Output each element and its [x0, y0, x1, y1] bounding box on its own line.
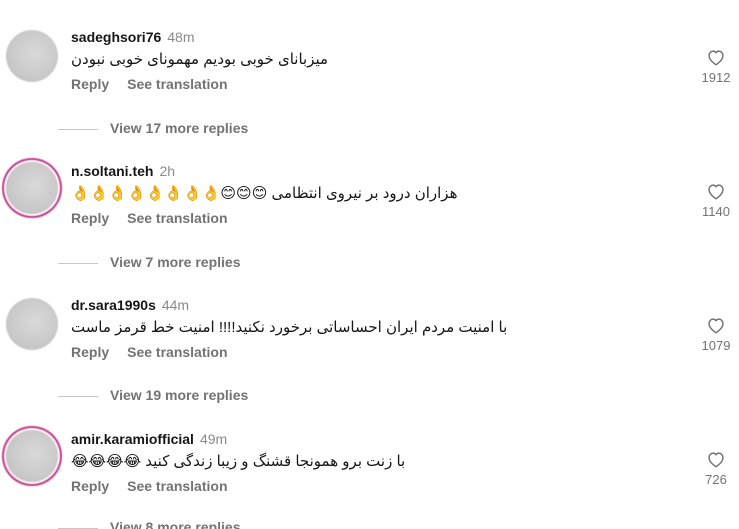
avatar[interactable]: [6, 430, 58, 482]
heart-outline-icon[interactable]: [706, 316, 726, 334]
see-translation-button[interactable]: See translation: [127, 344, 227, 360]
heart-outline-icon[interactable]: [706, 182, 726, 200]
comment-meta: amir.karamiofficial 49m: [71, 430, 227, 448]
comment-username[interactable]: sadeghsori76: [71, 29, 161, 45]
comment-actions: Reply See translation: [71, 75, 228, 93]
like-count: 1140: [702, 204, 730, 219]
see-translation-button[interactable]: See translation: [127, 478, 227, 494]
view-replies-button[interactable]: View 19 more replies: [58, 386, 248, 404]
reply-button[interactable]: Reply: [71, 478, 109, 494]
comment-username[interactable]: amir.karamiofficial: [71, 431, 194, 447]
like-count: 726: [705, 472, 727, 487]
comment-username[interactable]: n.soltani.teh: [71, 163, 153, 179]
comment-text: با زنت برو همونجا قشنگ و زیبا زندگی کنید…: [71, 453, 406, 470]
comments-panel: sadeghsori76 48m میزبانای خوبی بودیم مهمو…: [0, 0, 739, 529]
comment-meta: n.soltani.teh 2h: [71, 162, 175, 180]
comment-text: با امنیت مردم ایران احساساتی برخورد نکنی…: [71, 319, 508, 336]
comment-time: 48m: [167, 29, 195, 45]
see-translation-button[interactable]: See translation: [127, 210, 227, 226]
view-replies-button[interactable]: View 8 more replies: [58, 518, 240, 529]
divider: [58, 128, 98, 130]
like-button[interactable]: 1140: [696, 182, 736, 219]
avatar[interactable]: [6, 162, 58, 214]
comment-actions: Reply See translation: [71, 343, 228, 361]
divider: [58, 395, 98, 397]
heart-outline-icon[interactable]: [706, 450, 726, 468]
view-replies-label[interactable]: View 19 more replies: [110, 387, 248, 403]
comment-item: n.soltani.teh 2h هزاران درود بر نیروی انت…: [0, 162, 739, 270]
comment-item: dr.sara1990s 44m با امنیت مردم ایران احسا…: [0, 296, 739, 403]
comment-actions: Reply See translation: [71, 209, 228, 227]
view-replies-button[interactable]: View 7 more replies: [58, 253, 240, 271]
comment-time: 44m: [161, 297, 190, 313]
like-button[interactable]: 1912: [696, 48, 736, 85]
like-button[interactable]: 1079: [696, 316, 736, 353]
view-replies-label[interactable]: View 17 more replies: [110, 120, 248, 136]
comment-username[interactable]: dr.sara1990s: [71, 297, 156, 313]
reply-button[interactable]: Reply: [71, 210, 109, 226]
comment-meta: sadeghsori76 48m: [71, 28, 195, 46]
comment-item: sadeghsori76 48m میزبانای خوبی بودیم مهمو…: [0, 28, 739, 136]
avatar[interactable]: [6, 298, 58, 350]
view-replies-label[interactable]: View 8 more replies: [110, 519, 240, 529]
comment-meta: dr.sara1990s 44m: [71, 296, 189, 314]
like-count: 1079: [701, 338, 731, 353]
divider: [58, 262, 98, 264]
reply-button[interactable]: Reply: [71, 76, 109, 92]
avatar[interactable]: [6, 30, 58, 82]
view-replies-label[interactable]: View 7 more replies: [110, 254, 240, 270]
heart-outline-icon[interactable]: [706, 48, 726, 66]
comment-item: amir.karamiofficial 49m با زنت برو همونجا…: [0, 430, 739, 529]
view-replies-button[interactable]: View 17 more replies: [58, 119, 248, 137]
like-count: 1912: [701, 70, 731, 85]
see-translation-button[interactable]: See translation: [127, 76, 227, 92]
comment-time: 49m: [199, 431, 228, 447]
reply-button[interactable]: Reply: [71, 344, 109, 360]
comment-time: 2h: [159, 163, 176, 179]
comment-actions: Reply See translation: [71, 477, 228, 495]
like-button[interactable]: 726: [696, 450, 736, 487]
comment-text: میزبانای خوبی بودیم مهمونای خوبی نبودن: [71, 51, 329, 68]
comment-text: هزاران درود بر نیروی انتظامی 😊😊😊👌👌👌👌👌👌👌👌: [71, 185, 458, 202]
